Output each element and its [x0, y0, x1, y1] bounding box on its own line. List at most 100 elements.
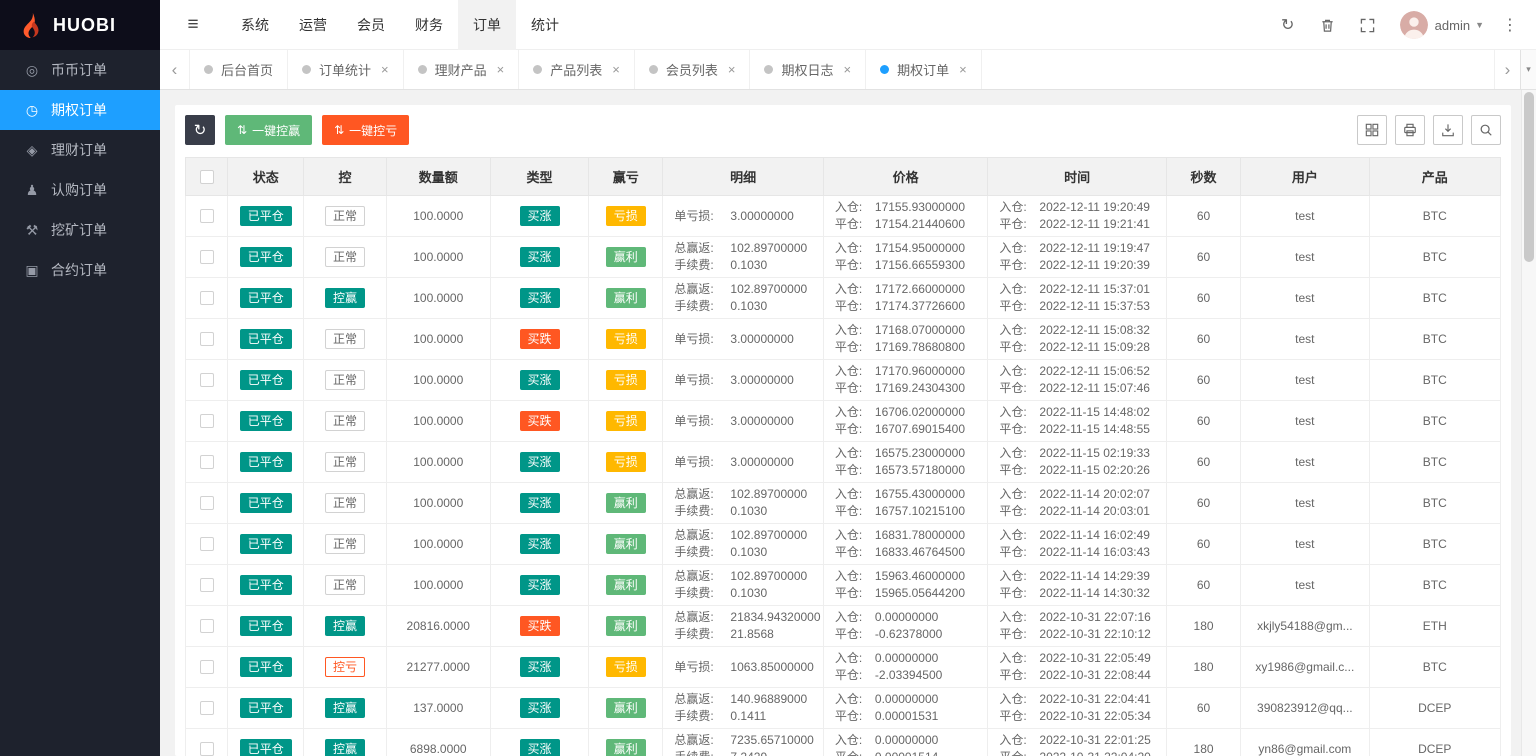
- sidebar-item[interactable]: ⚒ 挖矿订单: [0, 210, 160, 250]
- row-checkbox[interactable]: [199, 250, 214, 265]
- row-checkbox[interactable]: [199, 578, 214, 593]
- control-badge[interactable]: 正常: [324, 493, 365, 513]
- price-cell: 入仓: 15963.46000000 平仓: 15965.05644200: [822, 564, 989, 606]
- row-checkbox[interactable]: [199, 291, 214, 306]
- refresh-icon[interactable]: ↻: [1268, 0, 1308, 50]
- kv-line: 平仓: 17169.24304300: [835, 380, 984, 397]
- tab[interactable]: 产品列表 ×: [519, 50, 635, 89]
- table-row: 已平仓 控亏 21277.0000 买涨 亏损 单亏损: 1063.8500000…: [184, 646, 1502, 688]
- type-badge: 买涨: [519, 739, 560, 756]
- kv-value: 17169.24304300: [874, 381, 965, 395]
- tab-close-icon[interactable]: ×: [728, 62, 736, 77]
- sidebar-item[interactable]: ◈ 理财订单: [0, 130, 160, 170]
- kv-label: 入仓:: [834, 364, 863, 378]
- topnav-item[interactable]: 会员: [342, 0, 400, 50]
- kebab-menu-icon[interactable]: ⋮: [1494, 15, 1526, 35]
- topnav-item[interactable]: 系统: [226, 0, 284, 50]
- tab-close-icon[interactable]: ×: [612, 62, 620, 77]
- type-cell: 买跌: [489, 400, 590, 442]
- control-badge[interactable]: 正常: [324, 247, 365, 267]
- user-cell: 390823912@qq...: [1240, 687, 1370, 729]
- tab[interactable]: 期权订单 ×: [866, 50, 982, 89]
- fullscreen-icon[interactable]: [1348, 0, 1388, 50]
- topnav-items: 系统 运营 会员 财务 订单 统计: [226, 0, 574, 50]
- control-badge[interactable]: 控赢: [324, 616, 365, 636]
- topnav-item[interactable]: 运营: [284, 0, 342, 50]
- sidebar-item[interactable]: ▣ 合约订单: [0, 250, 160, 290]
- chevron-down-icon[interactable]: ▼: [1475, 20, 1484, 30]
- row-checkbox[interactable]: [199, 455, 214, 470]
- user-cell: test: [1240, 400, 1370, 442]
- type-badge: 买涨: [519, 534, 560, 554]
- username[interactable]: admin: [1435, 18, 1470, 33]
- control-badge[interactable]: 控赢: [324, 739, 365, 756]
- row-checkbox[interactable]: [199, 701, 214, 716]
- tab[interactable]: 订单统计 ×: [288, 50, 404, 89]
- force-lose-button[interactable]: ⇅ 一键控亏: [322, 115, 410, 145]
- control-badge[interactable]: 控赢: [324, 288, 365, 308]
- control-badge[interactable]: 正常: [324, 534, 365, 554]
- kv-line: 入仓: 0.00000000: [835, 691, 984, 708]
- select-all-checkbox[interactable]: [199, 170, 214, 185]
- kv-value: 2022-10-31 22:08:44: [1039, 668, 1151, 682]
- kv-line: 平仓: 16707.69015400: [835, 421, 984, 438]
- row-checkbox[interactable]: [199, 373, 214, 388]
- tabs-dropdown-icon[interactable]: ▾: [1520, 50, 1536, 89]
- force-win-button[interactable]: ⇅ 一键控赢: [225, 115, 313, 145]
- kv-line: 总赢返: 102.89700000: [674, 568, 818, 585]
- time-cell: 入仓: 2022-12-11 15:08:32 平仓: 2022-12-11 15:0…: [987, 318, 1167, 360]
- control-badge[interactable]: 控赢: [324, 698, 365, 718]
- type-cell: 买涨: [489, 523, 590, 565]
- print-icon[interactable]: [1395, 115, 1425, 145]
- control-badge[interactable]: 正常: [324, 329, 365, 349]
- row-checkbox[interactable]: [199, 209, 214, 224]
- result-cell: 亏损: [588, 318, 664, 360]
- row-checkbox[interactable]: [199, 496, 214, 511]
- brand-logo[interactable]: HUOBI: [0, 0, 160, 50]
- trash-icon[interactable]: [1308, 0, 1348, 50]
- tab-close-icon[interactable]: ×: [843, 62, 851, 77]
- refresh-table-button[interactable]: ↻: [185, 115, 215, 145]
- detail-cell: 总赢返: 21834.94320000 手续费: 21.8568: [662, 605, 824, 647]
- tab-close-icon[interactable]: ×: [381, 62, 389, 77]
- control-badge[interactable]: 正常: [324, 206, 365, 226]
- kv-label: 平仓:: [834, 299, 863, 313]
- hamburger-icon[interactable]: ≡: [160, 0, 226, 50]
- control-badge[interactable]: 正常: [324, 411, 365, 431]
- row-checkbox[interactable]: [199, 660, 214, 675]
- tab[interactable]: 会员列表 ×: [635, 50, 751, 89]
- row-checkbox[interactable]: [199, 619, 214, 634]
- page-scrollbar[interactable]: [1521, 90, 1536, 756]
- tabs-scroll-left-icon[interactable]: ‹: [160, 50, 190, 89]
- tab[interactable]: 期权日志 ×: [750, 50, 867, 89]
- search-icon[interactable]: [1471, 115, 1501, 145]
- row-checkbox[interactable]: [199, 537, 214, 552]
- kv-value: 2022-11-15 14:48:02: [1039, 405, 1150, 419]
- avatar[interactable]: [1399, 11, 1428, 39]
- table-row: 已平仓 正常 100.0000 买涨 赢利 总赢返: 102.89700000 手续…: [184, 236, 1502, 278]
- control-badge[interactable]: 正常: [324, 452, 365, 472]
- sidebar-item[interactable]: ♟ 认购订单: [0, 170, 160, 210]
- tab[interactable]: 后台首页: [190, 50, 289, 89]
- row-checkbox[interactable]: [199, 332, 214, 347]
- tab-close-icon[interactable]: ×: [497, 62, 505, 77]
- topnav-item[interactable]: 订单: [458, 0, 516, 50]
- tab-close-icon[interactable]: ×: [959, 62, 967, 77]
- control-badge[interactable]: 正常: [324, 370, 365, 390]
- sidebar-item[interactable]: ◷ 期权订单: [0, 90, 160, 130]
- export-icon[interactable]: [1433, 115, 1463, 145]
- kv-value: 17154.95000000: [874, 241, 965, 255]
- row-checkbox[interactable]: [199, 414, 214, 429]
- topnav-item[interactable]: 统计: [516, 0, 574, 50]
- scrollbar-thumb[interactable]: [1524, 92, 1534, 262]
- control-badge[interactable]: 正常: [324, 575, 365, 595]
- tabs-scroll-right-icon[interactable]: ›: [1494, 50, 1520, 89]
- columns-icon[interactable]: [1357, 115, 1387, 145]
- sidebar-item[interactable]: ◎ 币币订单: [0, 50, 160, 90]
- row-checkbox[interactable]: [199, 742, 214, 756]
- kv-line: 平仓: 16757.10215100: [835, 503, 984, 520]
- tab[interactable]: 理财产品 ×: [404, 50, 520, 89]
- topnav-item[interactable]: 财务: [400, 0, 458, 50]
- control-badge[interactable]: 控亏: [324, 657, 365, 677]
- kv-line: 平仓: 0.00001514: [835, 749, 984, 756]
